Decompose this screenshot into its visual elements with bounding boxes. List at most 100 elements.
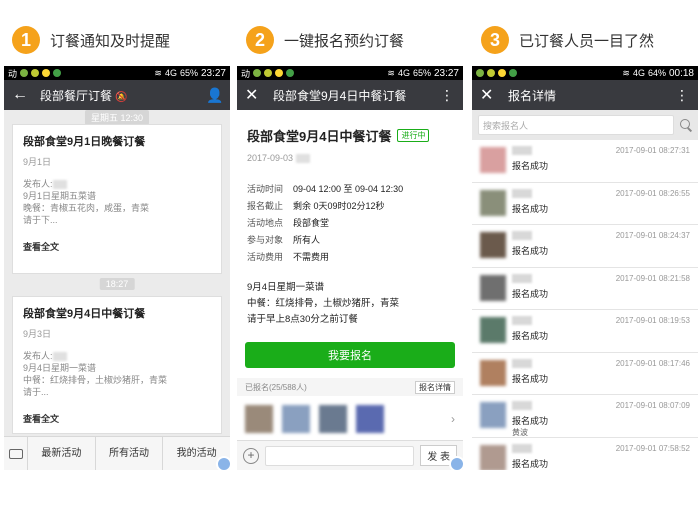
app-icon <box>476 69 484 77</box>
app-icon <box>264 69 273 77</box>
battery-level: 64% <box>647 68 666 78</box>
app-icon <box>31 69 40 77</box>
avatar[interactable] <box>356 405 384 434</box>
avatar <box>480 317 506 343</box>
registration-time: 2017-09-01 08:17:46 <box>615 358 690 368</box>
avatar <box>480 147 506 173</box>
registration-time: 2017-09-01 08:21:58 <box>615 273 690 283</box>
read-more-link[interactable]: 查看全文 <box>23 240 211 253</box>
blurred-name <box>512 146 532 155</box>
list-item[interactable]: 报名成功 2017-09-01 08:07:09 黄波 <box>472 395 698 438</box>
bottom-menu: 最新活动 所有活动 我的活动 <box>4 436 230 470</box>
card-date: 9月1日 <box>23 157 52 167</box>
registration-time: 2017-09-01 08:07:09 <box>615 401 690 410</box>
network-label: 4G <box>397 68 410 78</box>
step-number: 1 <box>12 26 40 54</box>
event-info: 活动时间 09-04 12:00 至 09-04 12:30 报名截止 剩余 0天0… <box>247 181 453 266</box>
registration-time: 2017-09-01 08:27:31 <box>615 146 690 155</box>
registration-note: 黄波 <box>512 428 528 437</box>
card-title: 段部食堂9月1日晚餐订餐 <box>23 136 146 148</box>
avatar[interactable] <box>245 405 273 434</box>
registration-status: 报名成功 <box>512 203 549 214</box>
registration-status: 报名成功 <box>512 161 549 171</box>
more-menu-icon[interactable]: ⋮ <box>674 87 690 104</box>
wifi-icon: ≋ <box>387 67 395 78</box>
registration-status: 报名成功 <box>512 416 549 426</box>
mute-icon: 🔕 <box>115 91 128 103</box>
message-card[interactable]: 段部食堂9月1日晚餐订餐 9月1日 发布人: 9月1日星期五菜谱 晚餐：青椒五花… <box>12 124 222 274</box>
menu-all-activities[interactable]: 所有活动 <box>96 436 164 470</box>
registration-status: 报名成功 <box>512 458 549 469</box>
blurred-name <box>512 273 532 283</box>
card-title: 段部食堂9月4日中餐订餐 <box>23 308 146 320</box>
step-header-1: 1 订餐通知及时提醒 <box>12 24 170 56</box>
step-number: 2 <box>246 26 274 54</box>
network-label: 4G <box>164 68 177 78</box>
avatar <box>480 402 506 428</box>
blurred-name <box>512 401 532 410</box>
list-item[interactable]: 报名成功 2017-09-01 08:19:53 <box>472 310 698 353</box>
back-arrow-icon[interactable]: ← <box>12 86 32 104</box>
list-item[interactable]: 报名成功 2017-09-01 07:58:52 <box>472 438 698 470</box>
app-icon <box>286 69 295 77</box>
registration-detail-button[interactable]: 报名详情 <box>415 380 455 394</box>
navbar: ✕ 报名详情 ⋮ <box>472 80 698 110</box>
info-label: 活动时间 <box>247 184 284 195</box>
search-input[interactable]: 搜索报名人 <box>478 115 674 135</box>
message-card[interactable]: 段部食堂9月4日中餐订餐 9月3日 发布人: 9月4日星期一菜谱 中餐：红烧排骨… <box>12 296 222 434</box>
registration-time: 2017-09-01 07:58:52 <box>615 443 690 453</box>
list-item[interactable]: 报名成功 2017-09-01 08:17:46 <box>472 353 698 395</box>
menu-latest-activities[interactable]: 最新活动 <box>28 436 96 470</box>
comment-input[interactable] <box>265 445 415 466</box>
plus-icon[interactable]: + <box>243 447 259 464</box>
close-icon[interactable]: ✕ <box>480 85 500 105</box>
avatar <box>480 444 506 470</box>
join-button[interactable]: 我要报名 <box>245 342 455 369</box>
info-value: 剩余 0天09时02分12秒 <box>293 201 385 212</box>
app-icon <box>53 69 62 77</box>
app-icon <box>42 69 51 77</box>
clock: 23:27 <box>433 67 459 79</box>
list-item[interactable]: 报名成功 2017-09-01 08:26:55 <box>472 183 698 225</box>
avatar <box>480 232 506 258</box>
chat-title: 段部餐厅订餐 🔕 <box>40 88 128 103</box>
search-icon[interactable] <box>680 119 692 131</box>
info-label: 报名截止 <box>247 201 284 212</box>
card-publisher: 发布人: <box>23 350 211 362</box>
avatar <box>480 274 506 301</box>
list-item[interactable]: 报名成功 2017-09-01 08:24:37 <box>472 225 698 268</box>
blurred-name <box>512 188 532 198</box>
card-line: 中餐：红烧排骨，土椒炒猪肝，青菜 <box>23 375 168 385</box>
profile-icon[interactable]: 👤 <box>206 87 223 104</box>
avatar-list[interactable]: › <box>237 396 463 442</box>
list-item[interactable]: 报名成功 2017-09-01 08:27:31 <box>472 140 698 183</box>
status-bar: ≋ 4G 64% 00:18 <box>472 66 698 80</box>
registration-time: 2017-09-01 08:26:55 <box>615 188 690 198</box>
avatar[interactable] <box>282 405 310 434</box>
card-line: 请于... <box>23 387 49 397</box>
close-icon[interactable]: ✕ <box>245 85 265 105</box>
chevron-right-icon[interactable]: › <box>451 412 455 426</box>
step-number: 3 <box>481 26 509 54</box>
app-icon <box>498 69 506 77</box>
blurred-name <box>512 316 532 325</box>
avatar[interactable] <box>319 405 347 434</box>
more-menu-icon[interactable]: ⋮ <box>439 87 455 104</box>
phone-screen-registrations: ≋ 4G 64% 00:18 ✕ 报名详情 ⋮ 搜索报名人 报名成功 2017-… <box>472 66 698 470</box>
clock: 23:27 <box>200 67 226 79</box>
event-title: 段部食堂9月4日中餐订餐 <box>247 129 392 144</box>
battery-level: 65% <box>412 68 431 78</box>
clock: 00:18 <box>668 67 694 79</box>
card-line: 晚餐：青椒五花肉，咸蛋，青菜 <box>23 203 150 213</box>
menu-line: 中餐：红烧排骨，土椒炒猪肝，青菜 <box>247 298 400 310</box>
info-value: 不需费用 <box>293 252 330 263</box>
keyboard-toggle-icon[interactable] <box>4 436 28 470</box>
card-line: 9月4日星期一菜谱 <box>23 363 97 373</box>
card-publisher: 发布人: <box>23 178 211 190</box>
step-header-3: 3 已订餐人员一目了然 <box>481 24 654 56</box>
wifi-icon: ≋ <box>154 67 162 78</box>
read-more-link[interactable]: 查看全文 <box>23 412 211 425</box>
registration-status: 报名成功 <box>512 331 549 341</box>
blurred-name <box>512 443 532 453</box>
list-item[interactable]: 报名成功 2017-09-01 08:21:58 <box>472 268 698 310</box>
